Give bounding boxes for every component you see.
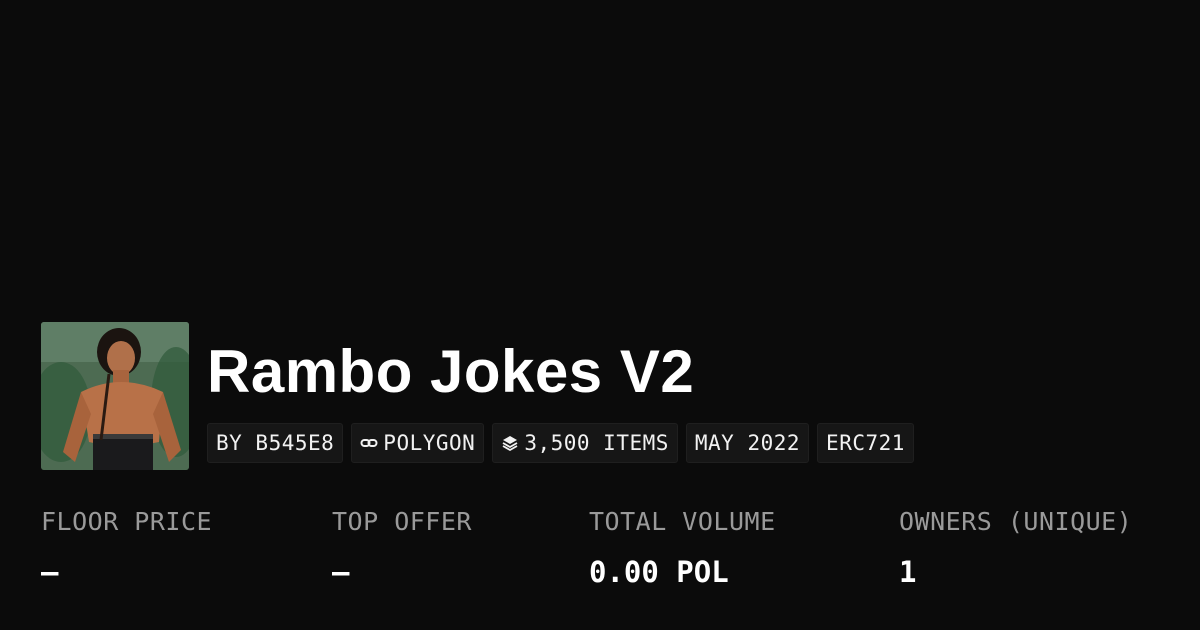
stat-label: FLOOR PRICE <box>41 507 213 536</box>
link-icon <box>360 434 378 452</box>
collection-tags: BY B545E8 POLYGON 3,500 ITEMS MAY 2022 E… <box>207 423 914 463</box>
collection-stats: FLOOR PRICE — TOP OFFER — TOTAL VOLUME 0… <box>0 506 1200 606</box>
layers-icon <box>501 434 519 452</box>
tag-items-label: 3,500 ITEMS <box>524 431 669 455</box>
stat-value: 1 <box>899 555 917 589</box>
tag-items[interactable]: 3,500 ITEMS <box>492 423 678 463</box>
stat-value: — <box>41 555 59 589</box>
tag-date: MAY 2022 <box>685 423 810 463</box>
stat-floor-price: FLOOR PRICE — <box>41 506 212 588</box>
tag-creator[interactable]: BY B545E8 <box>207 423 344 463</box>
tag-standard: ERC721 <box>817 423 914 463</box>
tag-chain[interactable]: POLYGON <box>351 423 485 463</box>
stat-label: TOP OFFER <box>332 507 472 536</box>
stat-value: 0.00 POL <box>589 555 729 589</box>
collection-header: Rambo Jokes V2 BY B545E8 POLYGON 3,500 I… <box>41 322 914 470</box>
collection-title: Rambo Jokes V2 <box>207 338 695 405</box>
tag-chain-label: POLYGON <box>383 431 476 455</box>
stat-top-offer: TOP OFFER — <box>332 506 472 588</box>
stat-value: — <box>332 555 350 589</box>
avatar-image <box>41 322 189 470</box>
stat-label: TOTAL VOLUME <box>589 507 776 536</box>
stat-label: OWNERS (UNIQUE) <box>899 507 1133 536</box>
collection-avatar[interactable] <box>41 322 189 470</box>
stat-owners: OWNERS (UNIQUE) 1 <box>899 506 1132 588</box>
tag-standard-label: ERC721 <box>826 431 905 455</box>
tag-creator-label: BY B545E8 <box>216 431 335 455</box>
tag-date-label: MAY 2022 <box>694 431 801 455</box>
stat-total-volume: TOTAL VOLUME 0.00 POL <box>589 506 776 588</box>
